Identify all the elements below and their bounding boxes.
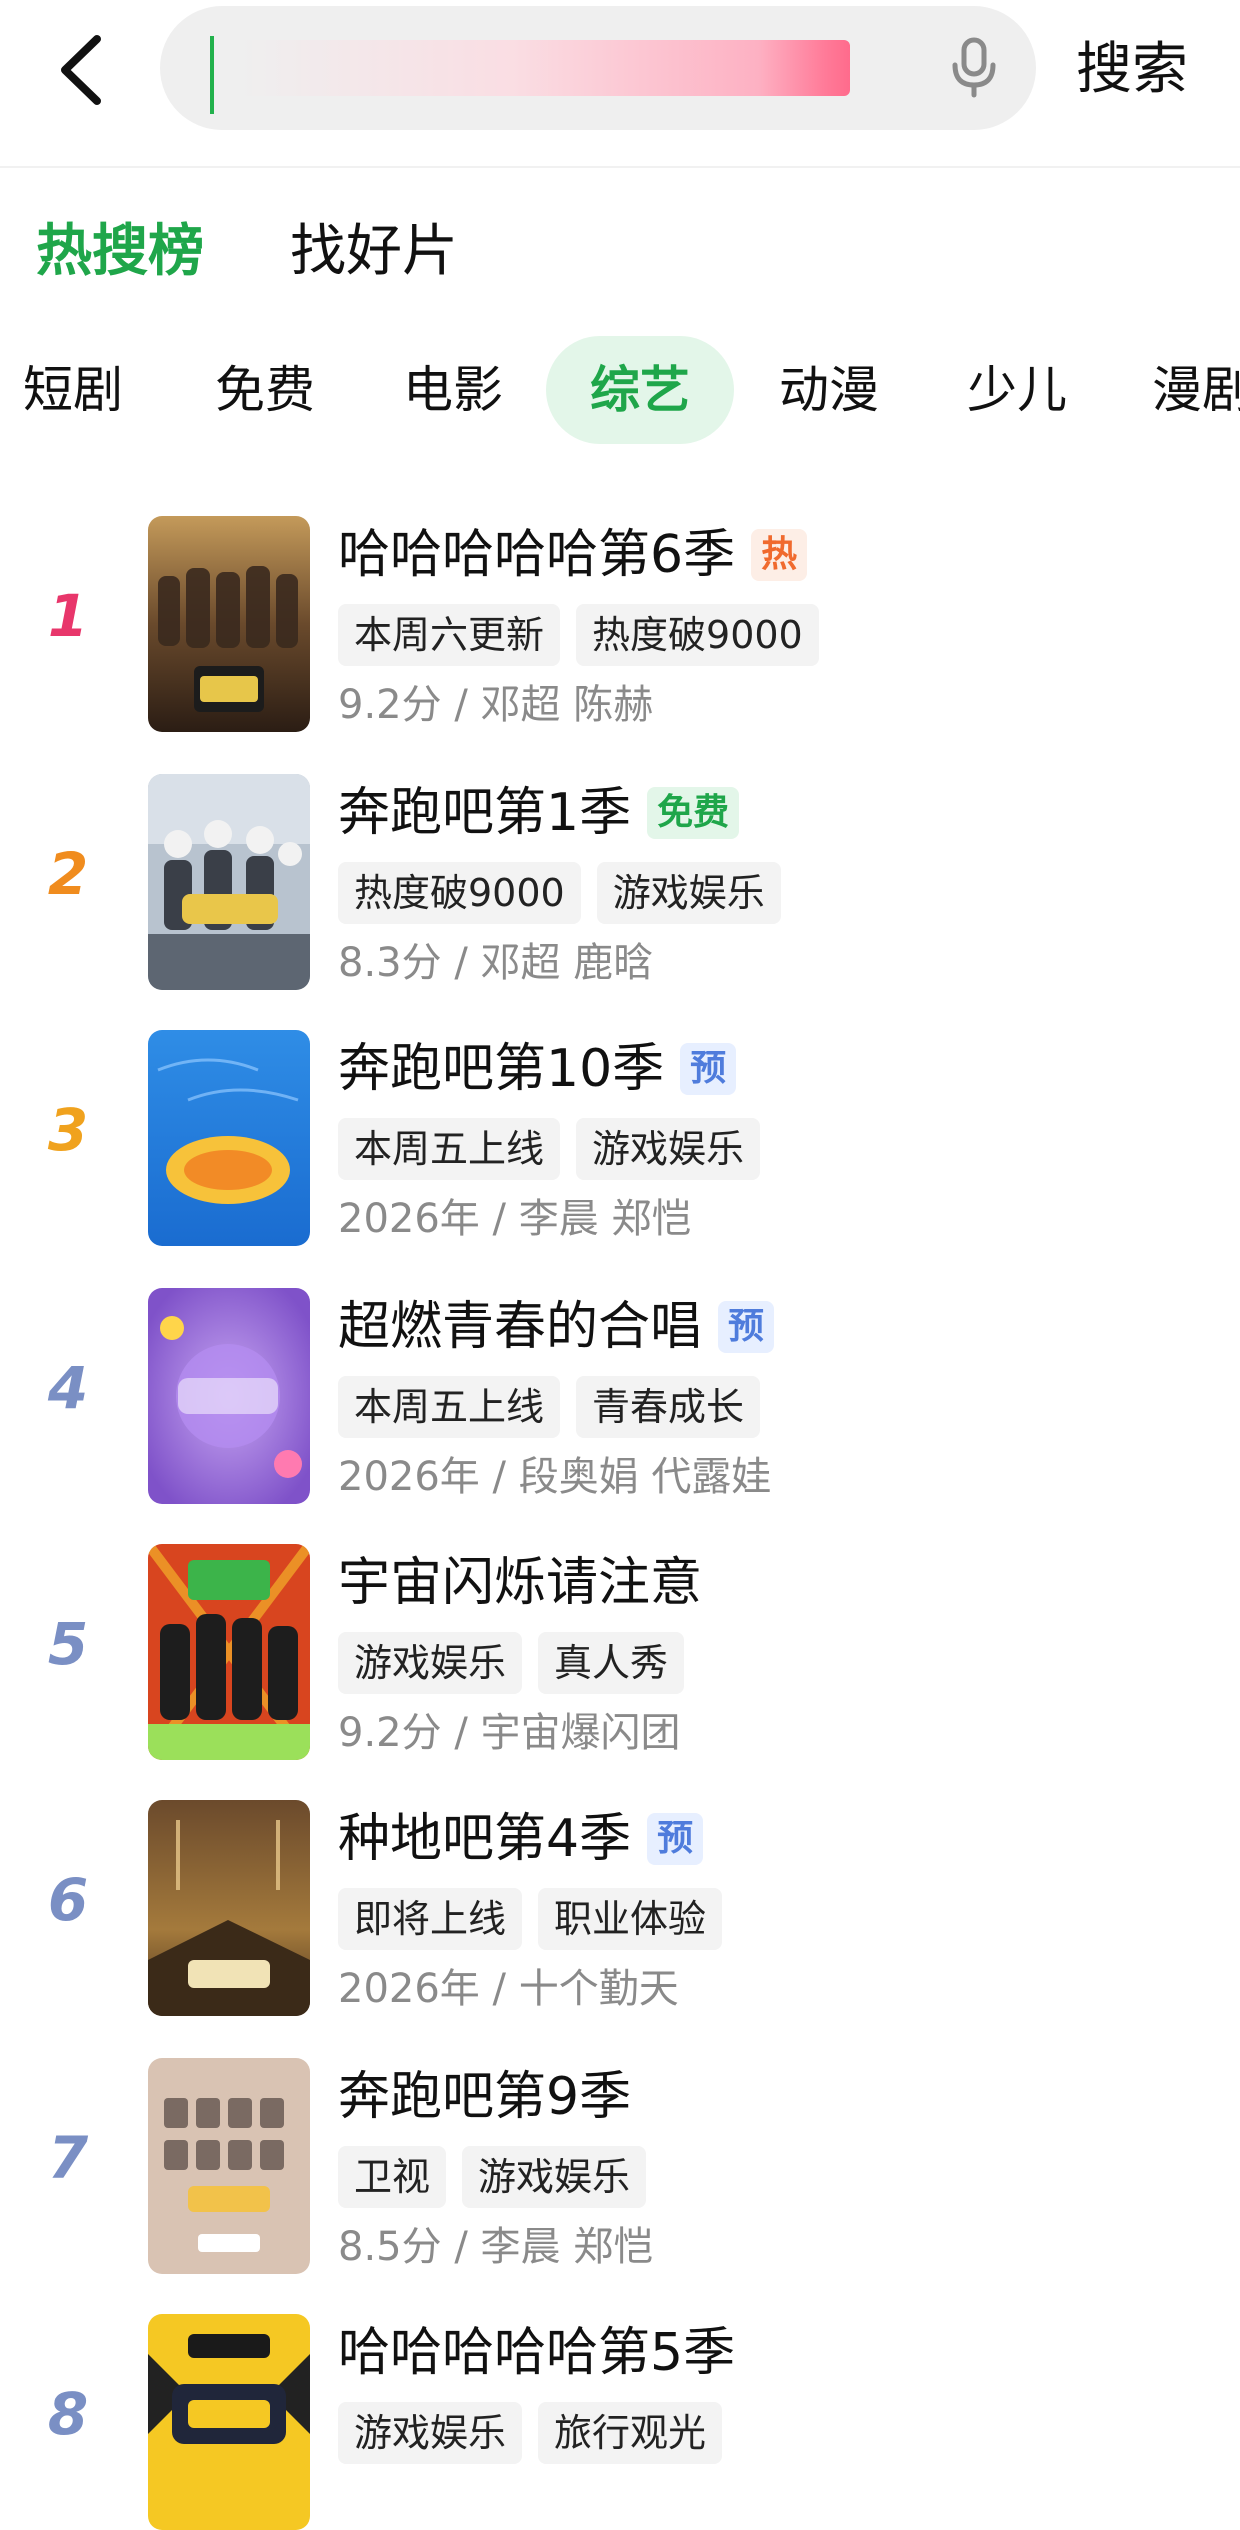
show-title[interactable]: 超燃青春的合唱 bbox=[338, 1290, 702, 1364]
title-row: 奔跑吧第9季 bbox=[338, 2060, 631, 2134]
search-button[interactable]: 搜索 bbox=[1076, 28, 1188, 112]
preview-badge: 预 bbox=[718, 1301, 775, 1353]
list-item[interactable]: 1 哈哈哈哈哈第6季 热 本周六更新 热度破9000 9.2分 / 邓超 陈赫 bbox=[0, 508, 1240, 732]
tag: 本周六更新 bbox=[338, 604, 561, 666]
show-title[interactable]: 奔跑吧第1季 bbox=[338, 776, 631, 850]
title-row: 哈哈哈哈哈第5季 bbox=[338, 2316, 735, 2390]
rank-number: 8 bbox=[47, 2380, 89, 2448]
voice-search-button[interactable] bbox=[940, 34, 1008, 102]
poster-image[interactable] bbox=[148, 774, 310, 990]
title-row: 哈哈哈哈哈第6季 热 bbox=[338, 518, 808, 592]
title-row: 种地吧第4季 预 bbox=[338, 1802, 704, 1876]
hot-badge: 热 bbox=[751, 529, 808, 581]
category-tabs: 短剧 免费 电影 综艺 动漫 少儿 漫剧 bbox=[0, 336, 1240, 444]
show-title[interactable]: 种地吧第4季 bbox=[338, 1802, 631, 1876]
tab-find-good-films[interactable]: 找好片 bbox=[290, 212, 458, 292]
preview-badge: 预 bbox=[680, 1043, 737, 1095]
title-row: 宇宙闪烁请注意 bbox=[338, 1546, 702, 1620]
list-item[interactable]: 5 宇宙闪烁请注意 游戏娱乐 真人秀 9.2分 / 宇宙爆闪团 bbox=[0, 1536, 1240, 1760]
tab-hot-search[interactable]: 热搜榜 bbox=[36, 212, 204, 292]
poster-image[interactable] bbox=[148, 2058, 310, 2274]
category-tab-kids[interactable]: 少儿 bbox=[962, 336, 1072, 444]
show-title[interactable]: 奔跑吧第9季 bbox=[338, 2060, 631, 2134]
tag-list: 本周五上线 游戏娱乐 bbox=[338, 1118, 761, 1180]
poster-image[interactable] bbox=[148, 1800, 310, 2016]
rank-number: 6 bbox=[47, 1866, 89, 1934]
title-row: 奔跑吧第10季 预 bbox=[338, 1032, 737, 1106]
title-row: 超燃青春的合唱 预 bbox=[338, 1290, 775, 1364]
tag: 游戏娱乐 bbox=[338, 2402, 523, 2464]
rank-number: 4 bbox=[47, 1354, 89, 1422]
tag: 真人秀 bbox=[538, 1632, 685, 1694]
tag-list: 游戏娱乐 真人秀 bbox=[338, 1632, 685, 1694]
category-tab-short-drama[interactable]: 短剧 bbox=[18, 336, 128, 444]
show-title[interactable]: 奔跑吧第10季 bbox=[338, 1032, 664, 1106]
rank-number: 7 bbox=[47, 2124, 89, 2192]
title-row: 奔跑吧第1季 免费 bbox=[338, 776, 740, 850]
text-cursor bbox=[210, 36, 214, 114]
poster-image[interactable] bbox=[148, 1288, 310, 1504]
rating-cast: 9.2分 / 宇宙爆闪团 bbox=[338, 1710, 681, 1756]
rating-cast: 8.3分 / 邓超 鹿晗 bbox=[338, 940, 654, 986]
tag: 本周五上线 bbox=[338, 1376, 561, 1438]
tag: 职业体验 bbox=[538, 1888, 723, 1950]
rating-cast: 2026年 / 十个勤天 bbox=[338, 1966, 679, 2012]
back-button[interactable] bbox=[44, 22, 116, 118]
poster-image[interactable] bbox=[148, 1030, 310, 1246]
free-badge: 免费 bbox=[647, 787, 740, 839]
show-title[interactable]: 哈哈哈哈哈第6季 bbox=[338, 518, 735, 592]
tag: 热度破9000 bbox=[338, 862, 581, 924]
poster-image[interactable] bbox=[148, 2314, 310, 2530]
tag-list: 游戏娱乐 旅行观光 bbox=[338, 2402, 723, 2464]
poster-image[interactable] bbox=[148, 1544, 310, 1760]
tag: 卫视 bbox=[338, 2146, 447, 2208]
preview-badge: 预 bbox=[647, 1813, 704, 1865]
search-header: 搜索 bbox=[0, 0, 1240, 168]
tag-list: 本周五上线 青春成长 bbox=[338, 1376, 761, 1438]
tag: 游戏娱乐 bbox=[596, 862, 781, 924]
category-tab-movie[interactable]: 电影 bbox=[398, 336, 508, 444]
rating-cast: 2026年 / 李晨 郑恺 bbox=[338, 1196, 692, 1242]
rating-cast: 2026年 / 段奥娟 代露娃 bbox=[338, 1454, 772, 1500]
search-input[interactable] bbox=[160, 6, 1036, 130]
rating-cast: 9.2分 / 邓超 陈赫 bbox=[338, 682, 654, 728]
category-tab-variety[interactable]: 综艺 bbox=[546, 336, 734, 444]
show-title[interactable]: 宇宙闪烁请注意 bbox=[338, 1546, 702, 1620]
list-item[interactable]: 7 奔跑吧第9季 卫视 游戏娱乐 8.5分 / 李晨 郑恺 bbox=[0, 2050, 1240, 2274]
list-item[interactable]: 6 种地吧第4季 预 即将上线 职业体验 2026年 / 十个勤天 bbox=[0, 1792, 1240, 2016]
tag: 即将上线 bbox=[338, 1888, 523, 1950]
tag: 游戏娱乐 bbox=[462, 2146, 647, 2208]
chevron-left-icon bbox=[61, 35, 101, 105]
list-item[interactable]: 4 超燃青春的合唱 预 本周五上线 青春成长 2026年 / 段奥娟 代露娃 bbox=[0, 1280, 1240, 1504]
tag-list: 卫视 游戏娱乐 bbox=[338, 2146, 647, 2208]
list-item[interactable]: 3 奔跑吧第10季 预 本周五上线 游戏娱乐 2026年 / 李晨 郑恺 bbox=[0, 1022, 1240, 1246]
microphone-icon bbox=[952, 37, 996, 98]
category-tab-free[interactable]: 免费 bbox=[210, 336, 320, 444]
rating-cast: 8.5分 / 李晨 郑恺 bbox=[338, 2224, 654, 2270]
search-input-redacted-text bbox=[240, 40, 850, 96]
tag: 游戏娱乐 bbox=[338, 1632, 523, 1694]
tag: 游戏娱乐 bbox=[576, 1118, 761, 1180]
tag: 旅行观光 bbox=[538, 2402, 723, 2464]
tag-list: 本周六更新 热度破9000 bbox=[338, 604, 819, 666]
rank-number: 3 bbox=[47, 1096, 89, 1164]
category-tab-anime[interactable]: 动漫 bbox=[774, 336, 884, 444]
rank-number: 5 bbox=[47, 1610, 89, 1678]
tag: 热度破9000 bbox=[576, 604, 819, 666]
list-item[interactable]: 2 奔跑吧第1季 免费 热度破9000 游戏娱乐 8.3分 / 邓超 鹿晗 bbox=[0, 766, 1240, 990]
category-tab-comic-drama[interactable]: 漫剧 bbox=[1152, 336, 1240, 444]
show-title[interactable]: 哈哈哈哈哈第5季 bbox=[338, 2316, 735, 2390]
section-tabs: 热搜榜 找好片 bbox=[36, 212, 458, 292]
tag-list: 热度破9000 游戏娱乐 bbox=[338, 862, 781, 924]
tag-list: 即将上线 职业体验 bbox=[338, 1888, 723, 1950]
poster-image[interactable] bbox=[148, 516, 310, 732]
list-item[interactable]: 8 哈哈哈哈哈第5季 游戏娱乐 旅行观光 bbox=[0, 2306, 1240, 2530]
tag: 本周五上线 bbox=[338, 1118, 561, 1180]
rank-number: 1 bbox=[47, 582, 89, 650]
rank-number: 2 bbox=[47, 840, 89, 908]
tag: 青春成长 bbox=[576, 1376, 761, 1438]
